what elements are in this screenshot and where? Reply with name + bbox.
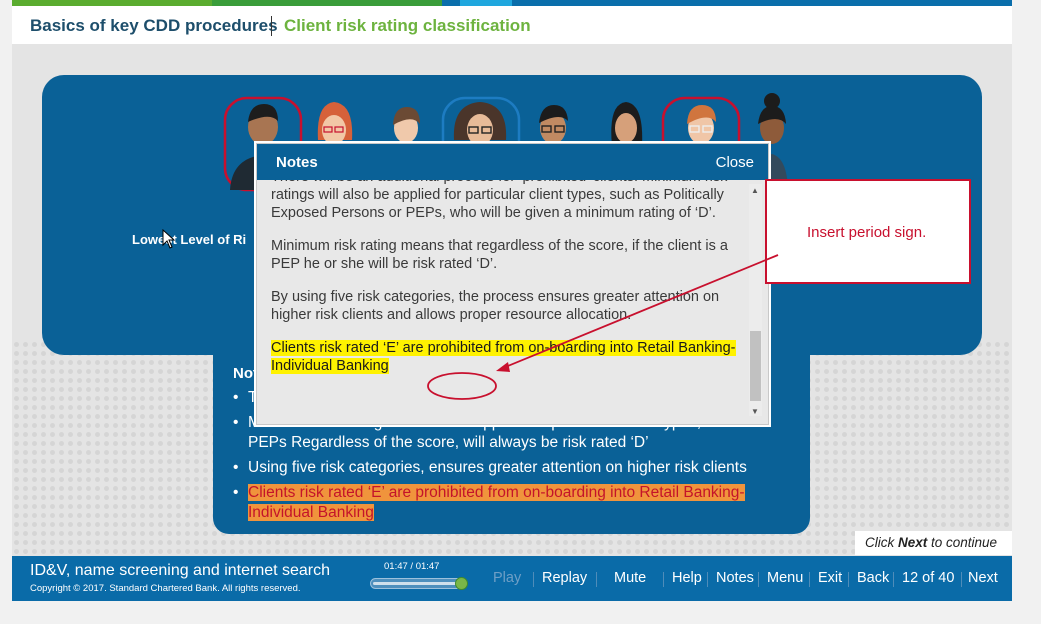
page-counter: 12 of 40 xyxy=(902,570,955,586)
highlighted-note: Clients risk rated ‘E’ are prohibited fr… xyxy=(248,484,745,521)
mute-button[interactable]: Mute xyxy=(614,570,646,586)
nav-divider xyxy=(663,572,664,587)
playback-progress-fill xyxy=(373,582,461,585)
key-note-3: Using five risk categories, ensures grea… xyxy=(233,458,793,478)
highlighted-paragraph: Clients risk rated ‘E’ are prohibited fr… xyxy=(271,340,736,374)
notes-dialog-title: Notes xyxy=(276,154,318,171)
replay-button[interactable]: Replay xyxy=(542,570,587,586)
notes-dialog-header: Notes Close xyxy=(257,144,768,180)
notes-dialog: Notes Close There will be an additional … xyxy=(256,143,769,425)
scrollbar-thumb[interactable] xyxy=(750,331,761,401)
hint-pre: Click xyxy=(865,535,898,550)
nav-divider xyxy=(848,572,849,587)
notes-paragraph-2: Minimum risk rating means that regardles… xyxy=(271,238,728,272)
nav-divider xyxy=(707,572,708,587)
nav-divider xyxy=(961,572,962,587)
continue-hint: Click Next to continue xyxy=(855,531,1012,555)
exit-button[interactable]: Exit xyxy=(818,570,842,586)
menu-button[interactable]: Menu xyxy=(767,570,803,586)
course-title: ID&V, name screening and internet search xyxy=(30,562,331,579)
review-annotation-box: Insert period sign. xyxy=(765,179,971,284)
playback-time: 01:47 / 01:47 xyxy=(384,561,440,572)
avatar-woman-black-hair[interactable] xyxy=(611,102,643,146)
notes-paragraph-1: There will be an additional process for … xyxy=(271,180,727,221)
help-button[interactable]: Help xyxy=(672,570,702,586)
playback-progress-bar[interactable] xyxy=(370,577,468,590)
next-button[interactable]: Next xyxy=(968,570,998,586)
copyright-text: Copyright © 2017. Standard Chartered Ban… xyxy=(30,583,301,594)
hint-post: to continue xyxy=(927,535,998,550)
hint-next-word: Next xyxy=(898,535,928,550)
scroll-up-arrow-icon[interactable]: ▲ xyxy=(751,186,759,195)
avatar-man-glasses[interactable] xyxy=(539,105,568,144)
notes-paragraph-3: By using five risk categories, the proce… xyxy=(271,289,720,323)
notes-dialog-content[interactable]: There will be an additional process for … xyxy=(271,180,741,408)
mouse-pointer-icon xyxy=(162,229,176,249)
key-notes-title: Not xyxy=(233,365,258,382)
lowest-risk-label: Lowest Level of Ri xyxy=(132,232,247,247)
notes-scroll-content: There will be an additional process for … xyxy=(271,180,741,375)
notes-paragraph-4: Clients risk rated ‘E’ are prohibited fr… xyxy=(271,339,741,375)
notes-button[interactable]: Notes xyxy=(716,570,754,586)
notes-close-button[interactable]: Close xyxy=(716,154,754,171)
key-note-4: Clients risk rated ‘E’ are prohibited fr… xyxy=(233,483,793,523)
back-button[interactable]: Back xyxy=(857,570,889,586)
scroll-down-arrow-icon[interactable]: ▼ xyxy=(751,407,759,416)
play-button[interactable]: Play xyxy=(493,570,521,586)
nav-divider xyxy=(809,572,810,587)
nav-divider xyxy=(533,572,534,587)
nav-divider xyxy=(596,572,597,587)
player-footer: ID&V, name screening and internet search… xyxy=(12,556,1012,601)
nav-divider xyxy=(758,572,759,587)
playback-scrubber-handle[interactable] xyxy=(455,577,468,590)
review-annotation-text: Insert period sign. xyxy=(807,224,927,241)
nav-divider xyxy=(893,572,894,587)
notes-scrollbar[interactable]: ▲ ▼ xyxy=(749,184,762,416)
